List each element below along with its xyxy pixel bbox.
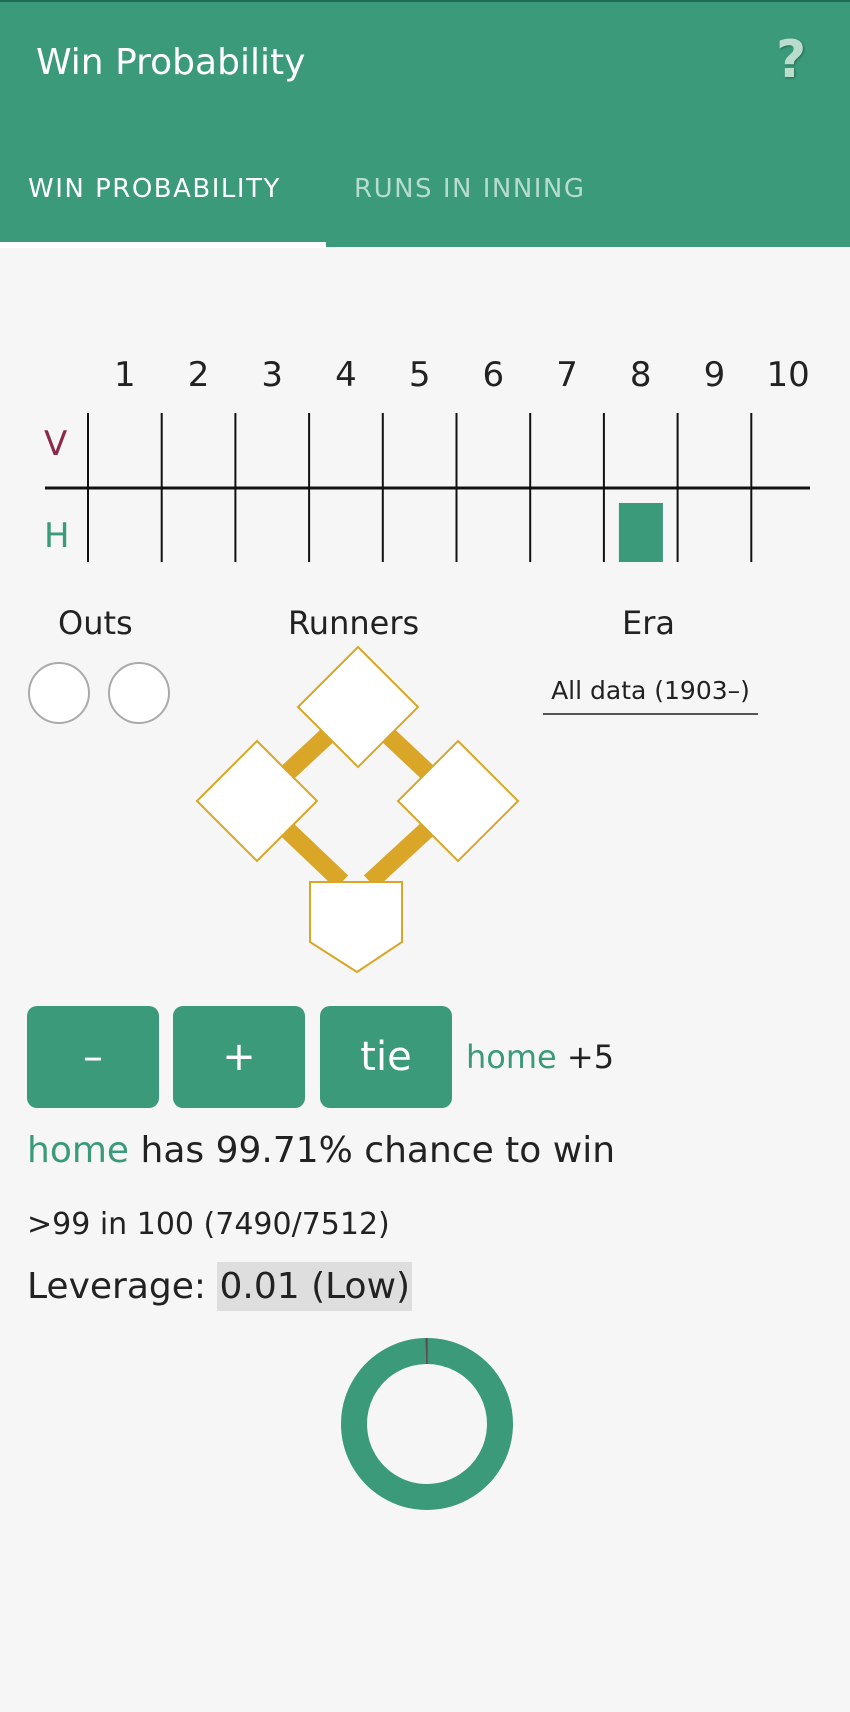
win-chance-text: home has 99.71% chance to win	[27, 1130, 615, 1171]
tie-score-button[interactable]: tie	[320, 1006, 452, 1108]
out-toggle-2[interactable]	[108, 662, 170, 724]
win-odds: >99 in 100 (7490/7512)	[27, 1207, 390, 1242]
score-diff: +5	[566, 1038, 615, 1076]
inning-number: 9	[703, 355, 726, 395]
inning-number: 3	[261, 355, 284, 395]
tab-runs-in-inning[interactable]: RUNS IN INNING	[354, 174, 586, 204]
inning-number: 7	[556, 355, 578, 395]
inning-number: 10	[766, 355, 810, 395]
win-chance: has 99.71% chance to win	[140, 1130, 616, 1171]
inning-number: 2	[187, 355, 210, 395]
app-bar: Win Probability ? WIN PROBABILITY RUNS I…	[0, 0, 850, 247]
increase-score-button[interactable]: +	[173, 1006, 305, 1108]
win-team: home	[27, 1130, 130, 1171]
inning-number: 1	[114, 355, 136, 395]
inning-number: 5	[408, 355, 431, 395]
home-plate	[309, 881, 403, 974]
win-probability-donut	[341, 1337, 513, 1510]
bases-diamond	[195, 645, 520, 974]
leverage: Leverage: 0.01 (Low)	[27, 1262, 413, 1311]
leverage-value: 0.01 (Low)	[217, 1262, 413, 1311]
score-team: home	[466, 1038, 557, 1076]
inning-grid[interactable]	[0, 400, 850, 570]
active-tab-indicator	[0, 242, 326, 248]
inning-number: 6	[482, 355, 505, 395]
inning-number: 4	[335, 355, 357, 395]
out-toggle-1[interactable]	[28, 662, 90, 724]
leverage-label: Leverage:	[27, 1266, 207, 1307]
era-dropdown[interactable]: All data (1903–)	[543, 676, 758, 715]
decrease-score-button[interactable]: –	[27, 1006, 159, 1108]
era-label: Era	[622, 604, 675, 642]
current-inning-marker	[618, 503, 663, 562]
inning-number: 8	[629, 355, 652, 395]
score-difference: home +5	[466, 1038, 614, 1076]
help-icon[interactable]: ?	[776, 30, 806, 90]
outs-label: Outs	[58, 604, 133, 642]
app-title: Win Probability	[36, 42, 306, 83]
tab-win-probability[interactable]: WIN PROBABILITY	[28, 174, 281, 204]
home-win-arc	[341, 1338, 513, 1510]
